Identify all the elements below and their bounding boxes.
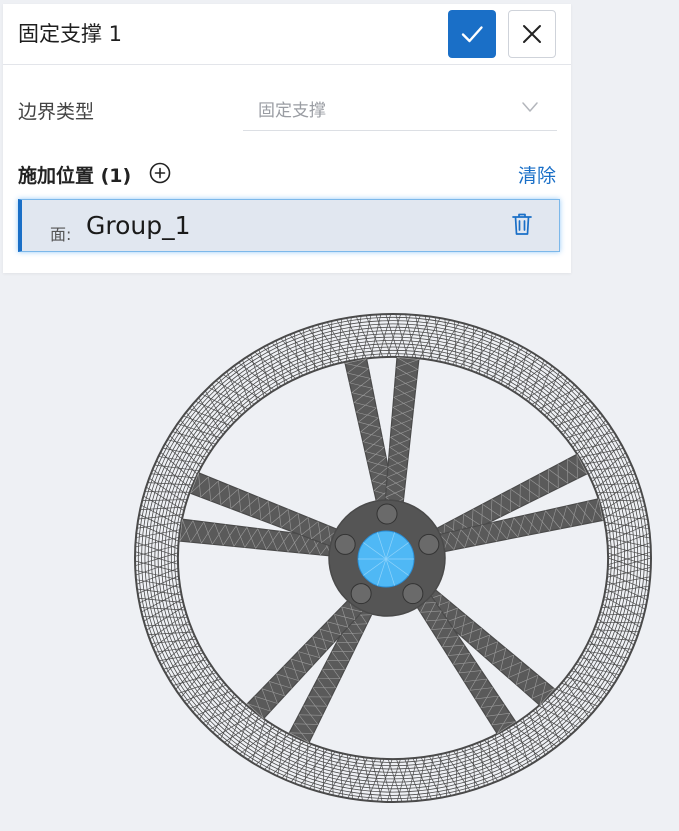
clear-button[interactable]: 清除 [518,161,556,188]
item-type-prefix: 面: [50,225,72,244]
boundary-type-label: 边界类型 [18,101,95,123]
selected-face-highlight[interactable] [357,530,415,588]
confirm-button[interactable] [448,10,496,58]
panel-header: 固定支撑 1 [3,4,571,65]
location-section-title: 施加位置 (1) [18,165,132,187]
boundary-condition-panel: 固定支撑 1 边界类型 固定支撑 施加位置 (1) 清除 面: Group_1 [3,4,571,273]
chevron-down-icon [522,102,538,112]
selected-face-item[interactable]: 面: Group_1 [18,199,560,252]
close-button[interactable] [508,10,556,58]
boundary-type-value: 固定支撑 [258,101,326,121]
check-icon [461,26,483,43]
close-icon [523,25,541,43]
add-circle-icon[interactable] [149,162,171,184]
item-name: Group_1 [86,211,191,240]
boundary-type-select[interactable]: 固定支撑 [243,88,557,131]
panel-title: 固定支撑 1 [18,22,123,46]
trash-icon[interactable] [509,211,535,237]
